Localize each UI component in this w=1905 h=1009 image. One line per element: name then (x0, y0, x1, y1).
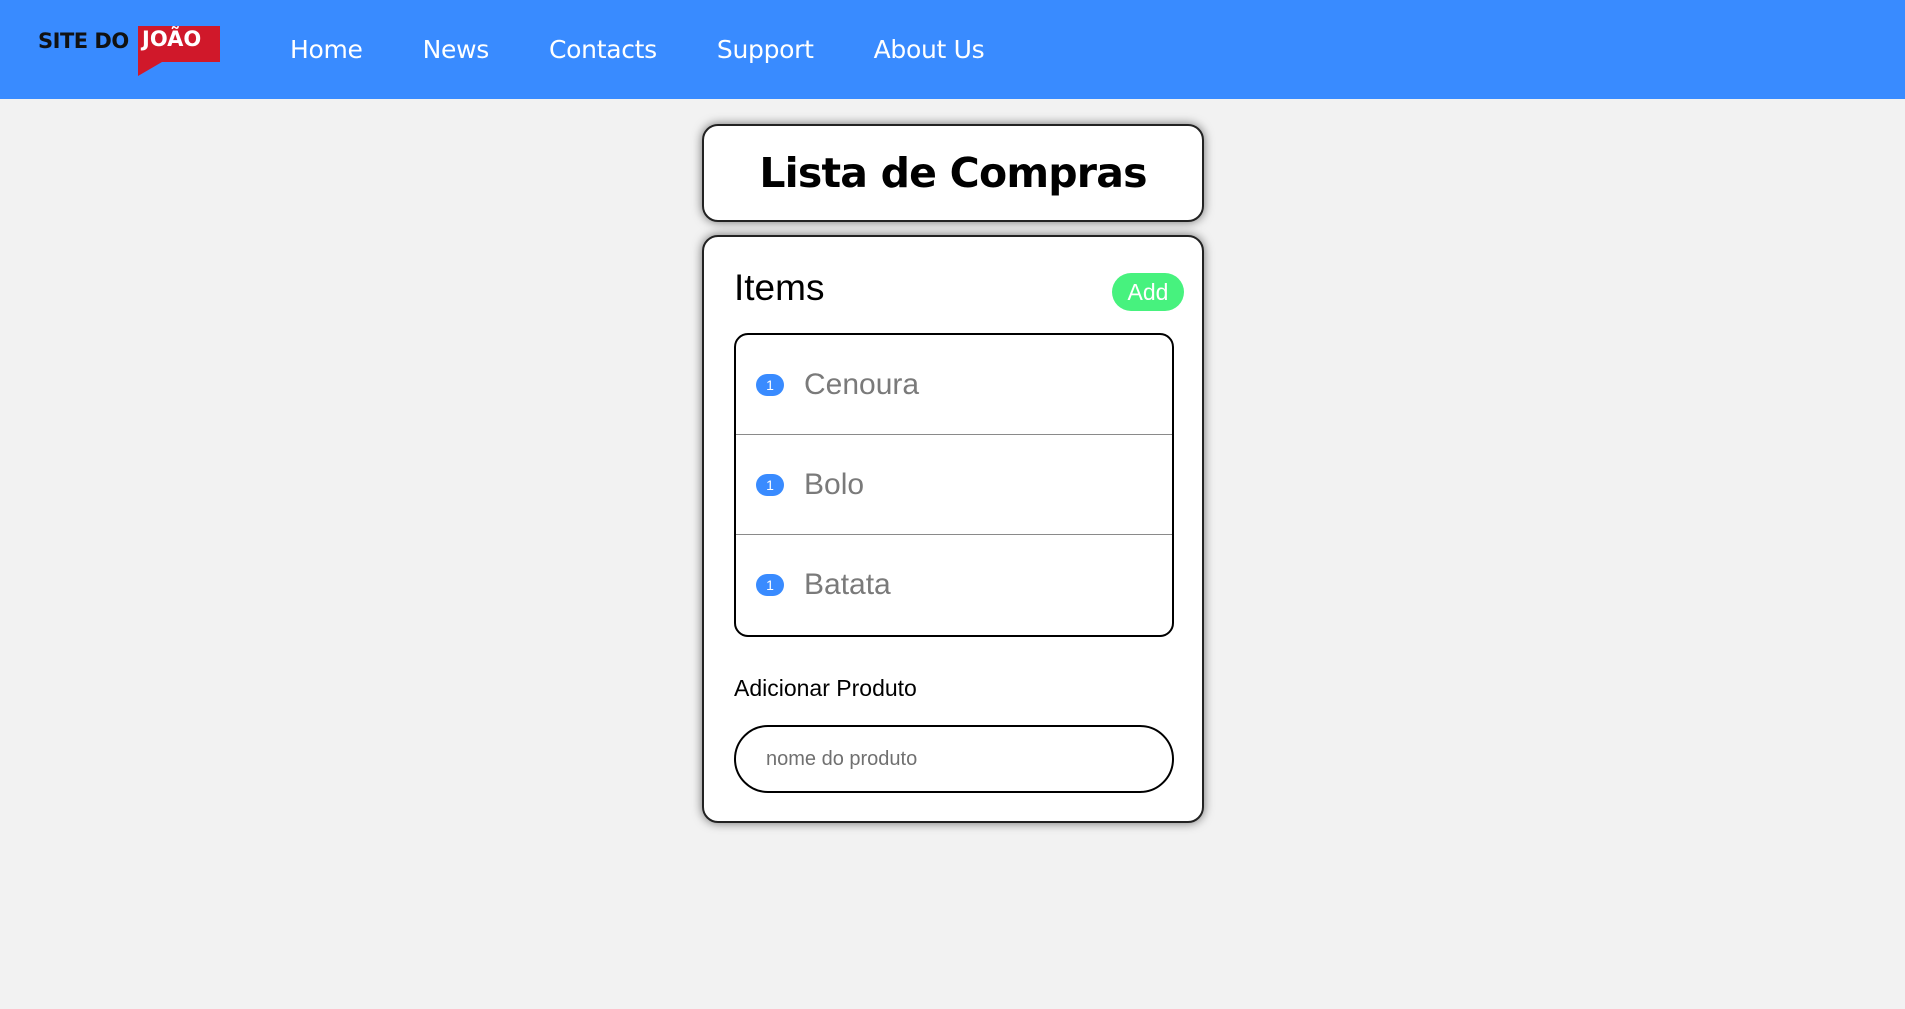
items-heading: Items (734, 267, 825, 308)
nav-link-about-us[interactable]: About Us (874, 35, 985, 64)
logo-text-joao: JOÃO (142, 27, 202, 51)
item-name: Batata (804, 568, 891, 601)
item-list: 1 Cenoura 1 Bolo 1 Batata (734, 333, 1174, 637)
list-item[interactable]: 1 Cenoura (736, 335, 1172, 435)
add-product-label: Adicionar Produto (734, 675, 917, 701)
add-button[interactable]: Add (1112, 273, 1184, 311)
navbar: SITE DO JOÃO Home News Contacts Support … (0, 0, 1905, 99)
item-name: Bolo (804, 467, 865, 501)
page-title: Lista de Compras (759, 149, 1147, 197)
nav-link-support[interactable]: Support (717, 35, 814, 64)
product-name-input[interactable] (734, 725, 1174, 793)
nav-link-home[interactable]: Home (290, 35, 363, 64)
list-item[interactable]: 1 Bolo (736, 435, 1172, 535)
item-name: Cenoura (804, 367, 920, 401)
nav-link-contacts[interactable]: Contacts (549, 35, 657, 64)
quantity-badge: 1 (756, 574, 784, 596)
main-nav: Home News Contacts Support About Us (290, 0, 1044, 99)
site-logo[interactable]: SITE DO JOÃO (38, 24, 222, 76)
list-item[interactable]: 1 Batata (736, 535, 1172, 635)
nav-link-news[interactable]: News (423, 35, 490, 64)
quantity-badge: 1 (756, 373, 784, 396)
shopping-list-card: Items Add 1 Cenoura 1 Bolo 1 Batata Adic… (702, 235, 1204, 823)
title-card: Lista de Compras (702, 124, 1204, 222)
logo-speech-tail (138, 62, 162, 76)
quantity-badge: 1 (756, 473, 784, 496)
logo-text-site-do: SITE DO (38, 29, 129, 53)
